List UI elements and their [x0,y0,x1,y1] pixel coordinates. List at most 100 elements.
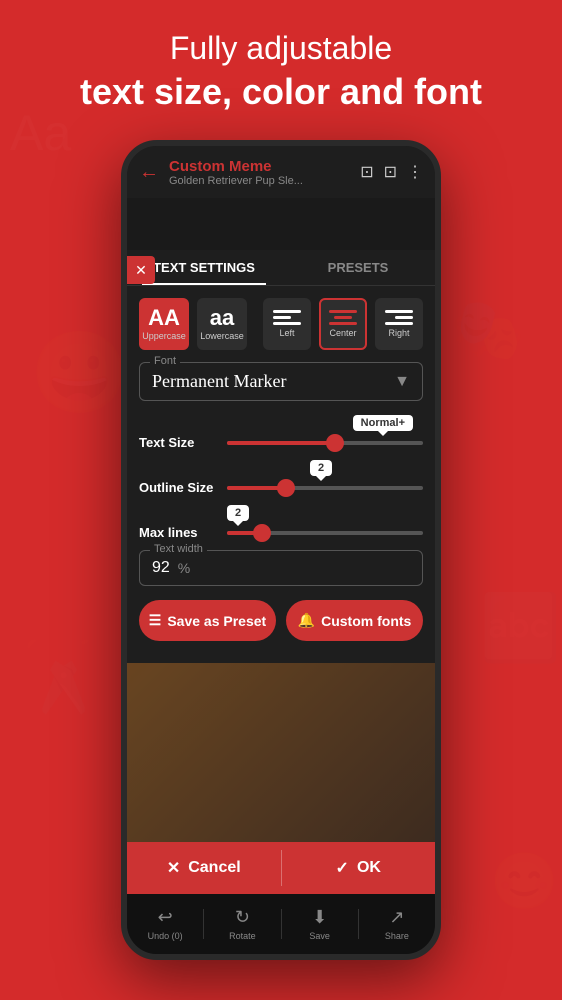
toolbar-rotate[interactable]: ↻ Rotate [204,907,280,941]
custom-fonts-icon: 🔔 [298,612,315,629]
ok-button[interactable]: ✓ OK [282,842,436,894]
lowercase-button[interactable]: aa Lowercase [197,298,247,350]
header-line2: text size, color and font [0,71,562,113]
line3 [385,322,413,325]
save-icon: ⬇ [312,907,327,928]
format-row: AA Uppercase aa Lowercase [139,298,423,350]
app-subtitle: Golden Retriever Pup Sle... [169,175,360,187]
bottom-action-bar: ✕ Cancel ✓ OK [127,842,435,894]
font-name-value: Permanent Marker [152,371,286,392]
line2 [334,316,352,319]
lowercase-letter: aa [210,307,234,329]
align-right-label: Right [388,328,409,338]
text-size-tooltip: Normal+ [353,415,413,431]
font-label: Font [150,355,180,367]
undo-label: Undo (0) [148,931,183,941]
app-title: Custom Meme [169,158,360,175]
align-center-button[interactable]: Center [319,298,367,350]
custom-fonts-button[interactable]: 🔔 Custom fonts [286,600,423,641]
cancel-label: Cancel [188,859,240,877]
line2 [273,316,291,319]
panel-content: AA Uppercase aa Lowercase [127,286,435,663]
settings-panel: TEXT SETTINGS PRESETS AA Uppercase aa Lo… [127,250,435,663]
text-width-row: 92 % [152,559,410,577]
phone-frame: ← Custom Meme Golden Retriever Pup Sle..… [121,140,441,960]
uppercase-label: Uppercase [142,331,186,341]
text-size-track[interactable] [227,441,423,445]
cancel-button[interactable]: ✕ Cancel [127,842,281,894]
max-lines-track[interactable] [227,531,423,535]
header-section: Fully adjustable text size, color and fo… [0,30,562,113]
toolbar-undo[interactable]: ↩ Undo (0) [127,907,203,941]
header-line1: Fully adjustable [0,30,562,67]
line3 [329,322,357,325]
undo-icon: ↩ [158,907,173,928]
outline-size-section: 2 Outline Size [139,460,423,495]
cancel-icon: ✕ [167,858,180,878]
save-preset-icon: ☰ [149,612,162,629]
title-group: Custom Meme Golden Retriever Pup Sle... [169,158,360,187]
max-lines-tooltip-row: 2 [139,505,423,521]
uppercase-button[interactable]: AA Uppercase [139,298,189,350]
uppercase-letter: AA [148,307,180,329]
line2 [395,316,413,319]
tab-presets[interactable]: PRESETS [281,250,435,285]
toolbar: ↩ Undo (0) ↻ Rotate ⬇ Save ↗ Share [127,894,435,954]
more-icon[interactable]: ⋮ [407,162,423,182]
text-size-thumb[interactable] [326,434,344,452]
topbar-icons: ⊡ ⊡ ⋮ [360,162,423,182]
align-buttons: Left Center [263,298,423,350]
max-lines-thumb[interactable] [253,524,271,542]
font-selector[interactable]: Font Permanent Marker ▼ [139,362,423,401]
transform-icon[interactable]: ⊡ [384,162,397,182]
toolbar-save[interactable]: ⬇ Save [282,907,358,941]
rotate-icon: ↻ [235,907,250,928]
center-lines [329,310,357,325]
align-left-button[interactable]: Left [263,298,311,350]
outline-size-tooltip: 2 [310,460,332,476]
align-center-label: Center [329,328,356,338]
share-label: Share [385,931,409,941]
toolbar-share[interactable]: ↗ Share [359,907,435,941]
custom-fonts-label: Custom fonts [321,613,411,629]
outline-size-thumb[interactable] [277,479,295,497]
right-lines [385,310,413,325]
phone-topbar: ← Custom Meme Golden Retriever Pup Sle..… [127,146,435,198]
font-value-row: Permanent Marker ▼ [152,371,410,392]
line1 [385,310,413,313]
text-size-label: Text Size [139,435,219,450]
align-left-label: Left [279,328,294,338]
text-size-tooltip-row: Normal+ [139,415,423,431]
outline-size-track[interactable] [227,486,423,490]
line1 [329,310,357,313]
save-preset-label: Save as Preset [167,613,266,629]
font-dropdown-arrow: ▼ [394,373,410,391]
ok-icon: ✓ [336,858,349,878]
outline-size-row: Outline Size [139,480,423,495]
max-lines-label: Max lines [139,525,219,540]
max-lines-tooltip: 2 [227,505,249,521]
outline-tooltip-row: 2 [219,460,423,476]
save-label: Save [309,931,330,941]
ok-label: OK [357,859,381,877]
text-size-fill [227,441,335,445]
text-size-row: Text Size [139,435,423,450]
left-lines [273,310,301,325]
action-buttons-row: ☰ Save as Preset 🔔 Custom fonts [139,600,423,641]
max-lines-row: Max lines [139,525,423,540]
outline-size-label: Outline Size [139,480,219,495]
delete-icon[interactable]: ✕ [127,256,155,284]
text-width-value[interactable]: 92 [152,559,170,577]
text-width-unit: % [178,560,190,576]
line1 [273,310,301,313]
max-lines-section: 2 Max lines [139,505,423,540]
line3 [273,322,301,325]
tab-bar: TEXT SETTINGS PRESETS [127,250,435,286]
share-icon: ↗ [389,907,404,928]
align-right-button[interactable]: Right [375,298,423,350]
text-size-section: Normal+ Text Size [139,415,423,450]
back-arrow-icon[interactable]: ← [139,161,159,184]
text-width-section: Text width 92 % [139,550,423,586]
save-preset-button[interactable]: ☰ Save as Preset [139,600,276,641]
crop-icon[interactable]: ⊡ [360,162,373,182]
